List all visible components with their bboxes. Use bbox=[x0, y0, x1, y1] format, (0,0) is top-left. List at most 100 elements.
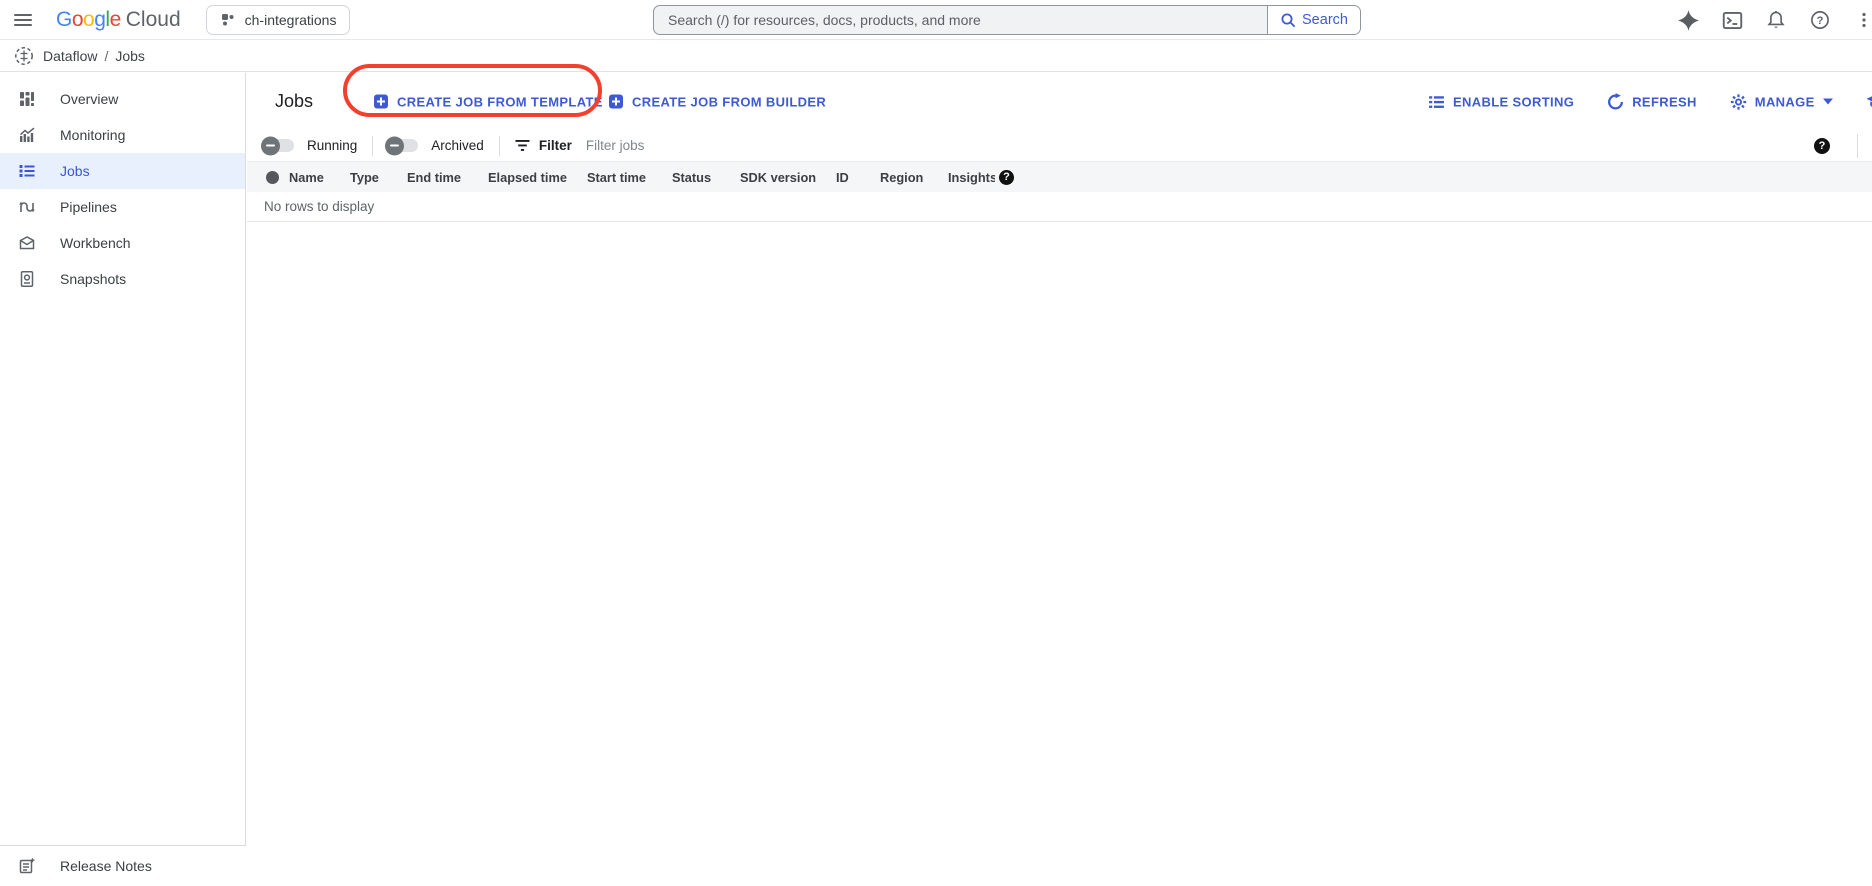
hamburger-menu-icon[interactable] bbox=[11, 8, 35, 32]
school-icon bbox=[1866, 93, 1872, 110]
refresh-button[interactable]: REFRESH bbox=[1607, 93, 1697, 110]
dataflow-product-icon bbox=[13, 45, 35, 67]
breadcrumb-product[interactable]: Dataflow bbox=[43, 48, 97, 64]
column-header-sdk-version[interactable]: SDK version bbox=[740, 170, 836, 185]
project-name: ch-integrations bbox=[245, 12, 337, 28]
running-toggle-label: Running bbox=[307, 138, 357, 153]
column-header-name[interactable]: Name bbox=[289, 170, 350, 185]
column-header-id[interactable]: ID bbox=[836, 170, 880, 185]
logo-letter: e bbox=[110, 8, 121, 32]
notifications-bell-icon[interactable] bbox=[1764, 8, 1788, 32]
logo-letter: o bbox=[72, 8, 83, 32]
sidebar-item-label: Workbench bbox=[60, 235, 131, 251]
project-icon bbox=[220, 12, 236, 28]
sidebar-item-workbench[interactable]: Workbench bbox=[0, 225, 245, 261]
sidebar-item-pipelines[interactable]: Pipelines bbox=[0, 189, 245, 225]
help-icon[interactable]: ? bbox=[1808, 8, 1832, 32]
page-header: Jobs CREATE JOB FROM TEMPLATE CREATE JOB… bbox=[247, 73, 1872, 130]
search-button-label: Search bbox=[1302, 12, 1348, 28]
pipelines-icon bbox=[17, 198, 37, 216]
global-search-bar: Search bbox=[653, 5, 1361, 35]
filter-jobs-input[interactable] bbox=[586, 138, 906, 153]
running-toggle[interactable] bbox=[264, 139, 294, 152]
column-header-type[interactable]: Type bbox=[350, 170, 407, 185]
learn-button[interactable]: LEARN bbox=[1866, 93, 1872, 110]
cloud-shell-icon[interactable] bbox=[1720, 8, 1744, 32]
page-title: Jobs bbox=[275, 91, 313, 112]
google-cloud-logo[interactable]: Google Cloud bbox=[56, 8, 181, 32]
svg-text:?: ? bbox=[1817, 15, 1824, 27]
snapshots-icon bbox=[17, 270, 37, 288]
sidebar-item-label: Jobs bbox=[60, 163, 90, 179]
filter-label: Filter bbox=[539, 138, 572, 153]
monitoring-icon bbox=[17, 126, 37, 144]
jobs-filter-row: Running Archived Filter ? bbox=[247, 130, 1872, 161]
jobs-table-header: Name Type End time Elapsed time Start ti… bbox=[247, 161, 1872, 192]
sidebar-item-label: Snapshots bbox=[60, 271, 126, 287]
logo-letter: G bbox=[56, 8, 72, 32]
divider bbox=[499, 136, 500, 156]
plus-icon bbox=[609, 95, 623, 109]
sidebar-item-label: Overview bbox=[60, 91, 118, 107]
column-header-end-time[interactable]: End time bbox=[407, 170, 488, 185]
column-header-insights[interactable]: Insights bbox=[948, 170, 995, 185]
sidebar-item-snapshots[interactable]: Snapshots bbox=[0, 261, 245, 297]
breadcrumb-separator: / bbox=[104, 48, 108, 64]
enable-sorting-button[interactable]: ENABLE SORTING bbox=[1428, 93, 1574, 110]
divider bbox=[1857, 134, 1858, 158]
plus-icon bbox=[374, 95, 388, 109]
manage-button[interactable]: MANAGE bbox=[1730, 93, 1833, 110]
overview-icon bbox=[17, 90, 37, 108]
more-vertical-icon[interactable] bbox=[1852, 8, 1872, 32]
manage-label: MANAGE bbox=[1755, 94, 1815, 109]
refresh-icon bbox=[1607, 93, 1624, 110]
search-icon bbox=[1280, 12, 1297, 29]
filter-icon bbox=[515, 139, 530, 152]
column-header-start-time[interactable]: Start time bbox=[587, 170, 672, 185]
filter-button[interactable]: Filter bbox=[515, 138, 572, 153]
top-app-bar: Google Cloud ch-integrations Search bbox=[0, 0, 1872, 40]
sidebar-item-label: Release Notes bbox=[60, 858, 152, 874]
toggle-knob bbox=[385, 136, 404, 155]
filter-help-icon[interactable]: ? bbox=[1814, 138, 1830, 154]
workbench-icon bbox=[17, 234, 37, 252]
logo-letter: g bbox=[94, 8, 105, 32]
sidebar-item-monitoring[interactable]: Monitoring bbox=[0, 117, 245, 153]
toggle-knob bbox=[261, 136, 280, 155]
search-input[interactable] bbox=[654, 6, 1267, 34]
column-header-status[interactable]: Status bbox=[672, 170, 740, 185]
insights-help-icon[interactable]: ? bbox=[999, 170, 1014, 185]
sidebar-item-overview[interactable]: Overview bbox=[0, 81, 245, 117]
status-dot-icon[interactable] bbox=[266, 171, 279, 184]
no-rows-text: No rows to display bbox=[264, 199, 374, 214]
create-job-from-template-button[interactable]: CREATE JOB FROM TEMPLATE bbox=[374, 94, 603, 109]
release-notes-icon bbox=[17, 857, 37, 875]
create-job-from-template-label: CREATE JOB FROM TEMPLATE bbox=[397, 94, 603, 109]
column-header-elapsed-time[interactable]: Elapsed time bbox=[488, 170, 587, 185]
sidebar-item-label: Monitoring bbox=[60, 127, 125, 143]
empty-table-message: No rows to display bbox=[247, 192, 1872, 222]
breadcrumb-current: Jobs bbox=[115, 48, 145, 64]
column-header-region[interactable]: Region bbox=[880, 170, 948, 185]
jobs-toolbar: ENABLE SORTING REFRESH bbox=[1428, 93, 1872, 110]
topbar-action-icons: ? bbox=[1676, 0, 1872, 40]
divider bbox=[372, 136, 373, 156]
enable-sorting-label: ENABLE SORTING bbox=[1453, 94, 1574, 109]
create-job-from-builder-button[interactable]: CREATE JOB FROM BUILDER bbox=[609, 94, 826, 109]
refresh-label: REFRESH bbox=[1632, 94, 1697, 109]
sidebar-item-jobs[interactable]: Jobs bbox=[0, 153, 245, 189]
sidebar-item-label: Pipelines bbox=[60, 199, 117, 215]
sidebar-item-release-notes[interactable]: Release Notes bbox=[0, 845, 246, 886]
create-job-from-builder-label: CREATE JOB FROM BUILDER bbox=[632, 94, 826, 109]
gemini-sparkle-icon[interactable] bbox=[1676, 8, 1700, 32]
gear-icon bbox=[1730, 93, 1747, 110]
logo-letter: o bbox=[83, 8, 94, 32]
jobs-list-icon bbox=[17, 162, 37, 180]
left-navigation: Overview Monitoring Jobs bbox=[0, 73, 246, 886]
chevron-down-icon bbox=[1823, 99, 1833, 105]
main-content: Jobs CREATE JOB FROM TEMPLATE CREATE JOB… bbox=[247, 73, 1872, 886]
search-button[interactable]: Search bbox=[1267, 6, 1360, 34]
archived-toggle[interactable] bbox=[388, 139, 418, 152]
project-selector[interactable]: ch-integrations bbox=[206, 5, 351, 35]
archived-toggle-label: Archived bbox=[431, 138, 484, 153]
